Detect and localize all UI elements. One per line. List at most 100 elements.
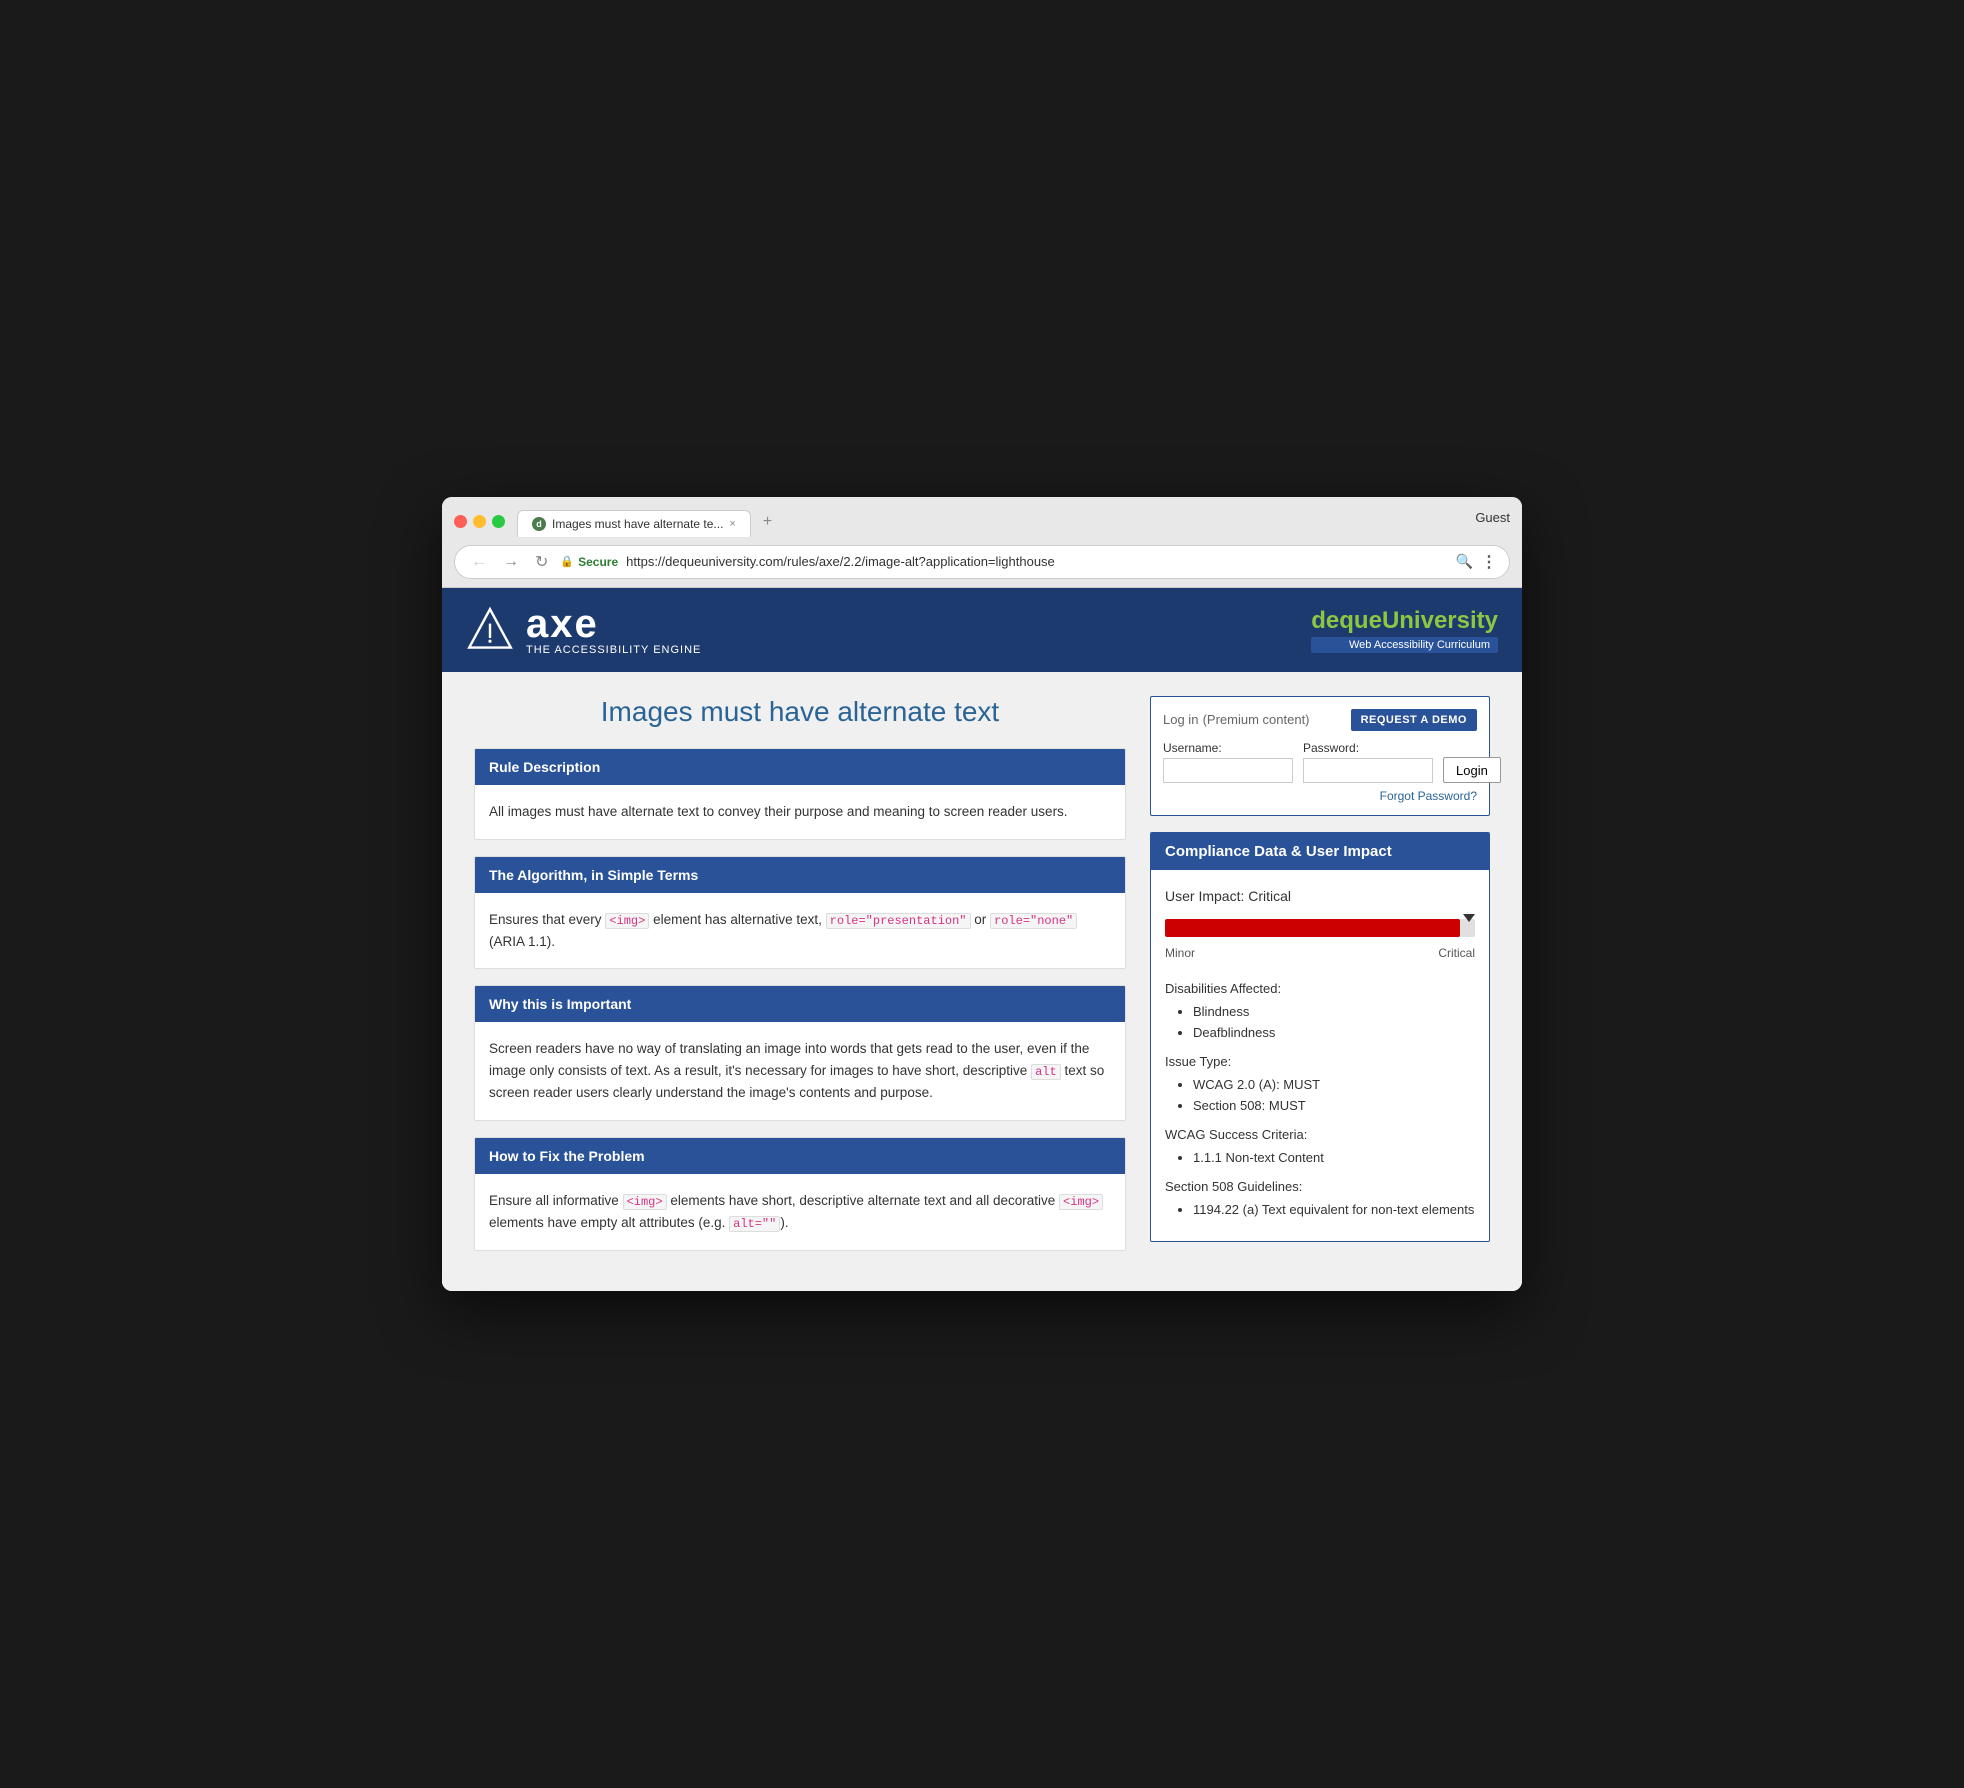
lock-icon: 🔒 xyxy=(560,555,574,568)
importance-body: Screen readers have no way of translatin… xyxy=(475,1022,1125,1119)
tab-favicon: d xyxy=(532,517,546,531)
deque-name-part2: University xyxy=(1382,607,1498,634)
password-group: Password: xyxy=(1303,741,1433,783)
alt-code: alt xyxy=(1031,1064,1061,1080)
page-content: axe THE ACCESSIBILITY ENGINE dequeUniver… xyxy=(442,588,1522,1291)
rule-description-card: Rule Description All images must have al… xyxy=(474,748,1126,840)
main-area: Images must have alternate text Rule Des… xyxy=(442,672,1522,1291)
list-item: Deafblindness xyxy=(1193,1023,1475,1044)
deque-name-part1: deque xyxy=(1311,607,1382,634)
deque-name: dequeUniversity xyxy=(1311,607,1498,635)
impact-labels: Minor Critical xyxy=(1165,943,1475,965)
algorithm-header: The Algorithm, in Simple Terms xyxy=(475,857,1125,893)
img-tag-code: <img> xyxy=(605,913,649,929)
right-column: Log in (Premium content) REQUEST A DEMO … xyxy=(1150,696,1490,1267)
axe-logo: axe THE ACCESSIBILITY ENGINE xyxy=(466,604,701,656)
page-title: Images must have alternate text xyxy=(474,696,1126,728)
importance-card: Why this is Important Screen readers hav… xyxy=(474,985,1126,1120)
search-button[interactable]: 🔍 xyxy=(1456,553,1473,570)
tab-label: Images must have alternate te... xyxy=(552,517,723,531)
username-input[interactable] xyxy=(1163,758,1293,783)
address-url[interactable]: https://dequeuniversity.com/rules/axe/2.… xyxy=(626,554,1447,569)
importance-header: Why this is Important xyxy=(475,986,1125,1022)
impact-min-label: Minor xyxy=(1165,943,1195,965)
disabilities-section: Disabilities Affected: Blindness Deafbli… xyxy=(1165,977,1475,1044)
new-tab-button[interactable]: + xyxy=(753,507,782,537)
login-button[interactable]: Login xyxy=(1443,757,1501,783)
deque-tagline: Web Accessibility Curriculum xyxy=(1311,637,1498,653)
tab-close-icon[interactable]: × xyxy=(729,518,735,530)
url-base: https://dequeuniversity.com/rules/axe/2.… xyxy=(626,554,1055,569)
list-item: Section 508: MUST xyxy=(1193,1096,1475,1117)
guest-label: Guest xyxy=(1475,510,1510,533)
login-fields: Username: Password: Login xyxy=(1163,741,1477,783)
rule-description-body: All images must have alternate text to c… xyxy=(475,785,1125,839)
disabilities-title: Disabilities Affected: xyxy=(1165,977,1475,1000)
user-impact: User Impact: Critical xyxy=(1165,884,1475,909)
fix-header: How to Fix the Problem xyxy=(475,1138,1125,1174)
fix-body: Ensure all informative <img> elements ha… xyxy=(475,1174,1125,1250)
compliance-body: User Impact: Critical Minor Critical xyxy=(1151,870,1489,1241)
axe-title: axe xyxy=(526,604,701,644)
axe-subtitle: THE ACCESSIBILITY ENGINE xyxy=(526,644,701,656)
rule-description-header: Rule Description xyxy=(475,749,1125,785)
username-label: Username: xyxy=(1163,741,1293,755)
fix-img-code-1: <img> xyxy=(623,1194,667,1210)
login-panel: Log in (Premium content) REQUEST A DEMO … xyxy=(1150,696,1490,816)
forward-button[interactable]: → xyxy=(499,551,523,573)
compliance-header: Compliance Data & User Impact xyxy=(1151,833,1489,870)
fix-card: How to Fix the Problem Ensure all inform… xyxy=(474,1137,1126,1251)
algorithm-card: The Algorithm, in Simple Terms Ensures t… xyxy=(474,856,1126,970)
section508-list: 1194.22 (a) Text equivalent for non-text… xyxy=(1165,1200,1475,1221)
login-title: Log in (Premium content) xyxy=(1163,711,1310,728)
forgot-password-link[interactable]: Forgot Password? xyxy=(1380,789,1477,803)
section508-title: Section 508 Guidelines: xyxy=(1165,1175,1475,1198)
more-options-button[interactable]: ⋮ xyxy=(1481,552,1497,572)
list-item: WCAG 2.0 (A): MUST xyxy=(1193,1075,1475,1096)
secure-label: Secure xyxy=(578,555,618,569)
impact-max-label: Critical xyxy=(1438,943,1475,965)
issue-type-list: WCAG 2.0 (A): MUST Section 508: MUST xyxy=(1165,1075,1475,1117)
back-button[interactable]: ← xyxy=(467,551,491,573)
maximize-button[interactable] xyxy=(492,515,505,528)
password-input[interactable] xyxy=(1303,758,1433,783)
site-header: axe THE ACCESSIBILITY ENGINE dequeUniver… xyxy=(442,588,1522,672)
window-controls xyxy=(454,515,505,528)
left-column: Images must have alternate text Rule Des… xyxy=(474,696,1126,1267)
login-subtitle: (Premium content) xyxy=(1203,712,1310,727)
fix-alt-code: alt="" xyxy=(729,1216,780,1232)
security-indicator: 🔒 Secure xyxy=(560,555,618,569)
forgot-password: Forgot Password? xyxy=(1163,789,1477,803)
role-presentation-code: role="presentation" xyxy=(826,913,971,929)
list-item: Blindness xyxy=(1193,1002,1475,1023)
axe-text: axe THE ACCESSIBILITY ENGINE xyxy=(526,604,701,656)
minimize-button[interactable] xyxy=(473,515,486,528)
impact-bar-pointer xyxy=(1463,914,1475,922)
impact-bar-fill xyxy=(1165,919,1460,937)
refresh-button[interactable]: ↻ xyxy=(531,550,552,574)
address-bar[interactable]: ← → ↻ 🔒 Secure https://dequeuniversity.c… xyxy=(454,545,1510,579)
impact-bar-background xyxy=(1165,919,1475,937)
disabilities-list: Blindness Deafblindness xyxy=(1165,1002,1475,1044)
compliance-panel: Compliance Data & User Impact User Impac… xyxy=(1150,832,1490,1242)
issue-type-title: Issue Type: xyxy=(1165,1050,1475,1073)
active-tab[interactable]: d Images must have alternate te... × xyxy=(517,510,751,537)
wcag-title: WCAG Success Criteria: xyxy=(1165,1123,1475,1146)
username-group: Username: xyxy=(1163,741,1293,783)
section508-section: Section 508 Guidelines: 1194.22 (a) Text… xyxy=(1165,1175,1475,1221)
list-item: 1194.22 (a) Text equivalent for non-text… xyxy=(1193,1200,1475,1221)
role-none-code: role="none" xyxy=(990,913,1077,929)
wcag-section: WCAG Success Criteria: 1.1.1 Non-text Co… xyxy=(1165,1123,1475,1169)
impact-bar-container xyxy=(1165,919,1475,937)
login-header: Log in (Premium content) REQUEST A DEMO xyxy=(1163,709,1477,731)
deque-logo: dequeUniversity Web Accessibility Curric… xyxy=(1311,607,1498,653)
title-bar: d Images must have alternate te... × + G… xyxy=(454,507,1510,537)
algorithm-body: Ensures that every <img> element has alt… xyxy=(475,893,1125,969)
request-demo-button[interactable]: REQUEST A DEMO xyxy=(1351,709,1477,731)
close-button[interactable] xyxy=(454,515,467,528)
wcag-list: 1.1.1 Non-text Content xyxy=(1165,1148,1475,1169)
axe-triangle-icon xyxy=(466,606,514,654)
browser-chrome: d Images must have alternate te... × + G… xyxy=(442,497,1522,588)
issue-type-section: Issue Type: WCAG 2.0 (A): MUST Section 5… xyxy=(1165,1050,1475,1117)
browser-tabs: d Images must have alternate te... × + xyxy=(517,507,1475,537)
